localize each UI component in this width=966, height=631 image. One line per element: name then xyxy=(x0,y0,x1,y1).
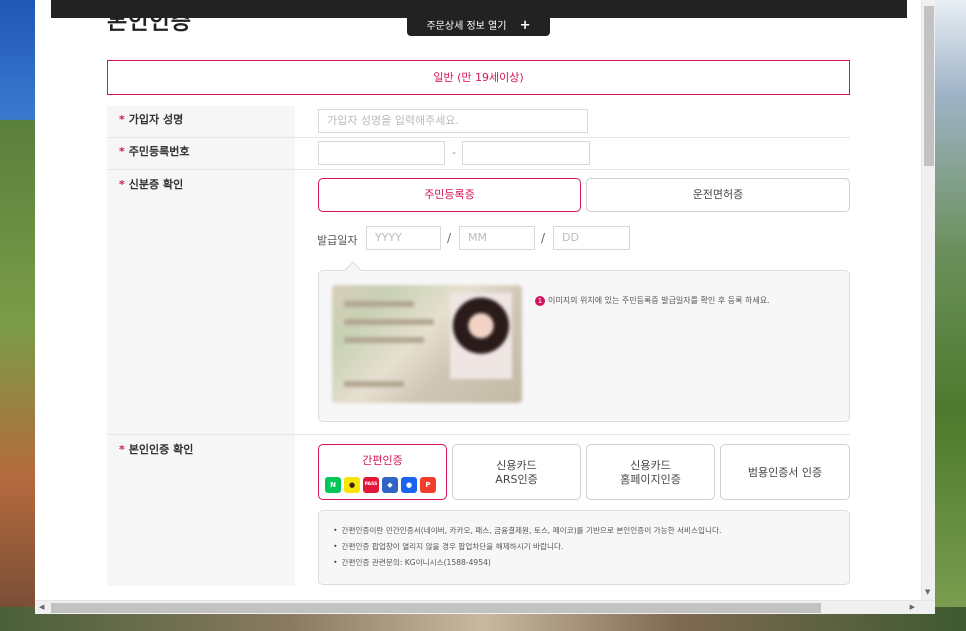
name-input[interactable]: 가입자 성명을 입력해주세요. xyxy=(318,109,588,133)
scroll-right-arrow-icon[interactable]: ▶ xyxy=(910,603,915,611)
issue-day-input[interactable]: DD xyxy=(553,226,630,250)
plus-icon: + xyxy=(519,18,531,33)
auth-option-card-web[interactable]: 신용카드 홈페이지인증 xyxy=(586,444,715,500)
issue-year-input[interactable]: YYYY xyxy=(366,226,441,250)
kakao-icon: ● xyxy=(344,477,360,493)
background-landscape-right xyxy=(934,0,966,631)
order-detail-toggle-label: 주문상세 정보 열기 xyxy=(426,21,507,32)
rrn-label: * 주민등록번호 xyxy=(119,145,190,158)
id-photo xyxy=(450,293,512,379)
age-group-banner: 일반 (만 19세이상) xyxy=(107,60,850,95)
horizontal-scrollbar[interactable]: ◀ ▶ xyxy=(35,600,935,614)
issue-date-label: 발급일자 xyxy=(317,234,358,247)
browser-window: 주문상세 정보 열기 + 본인인증 일반 (만 19세이상) * 가입자 성명 가… xyxy=(35,0,935,614)
vertical-scroll-thumb[interactable] xyxy=(924,6,934,166)
pass-icon: PASS xyxy=(363,477,379,493)
auth-option-card-ars[interactable]: 신용카드 ARS인증 xyxy=(452,444,581,500)
payco-icon: P xyxy=(420,477,436,493)
simple-auth-help-box: 간편인증이란 민간인증서(네이버, 카카오, 패스, 금융결제원, 토스, 페이… xyxy=(318,510,850,585)
auth-option-label: 신용카드 xyxy=(630,459,671,472)
help-line: 간편인증 팝업창이 열리지 않을 경우 팝업차단을 해제하시기 바랍니다. xyxy=(333,539,849,555)
auth-option-simple[interactable]: 간편인증 N ● PASS ◆ ● P xyxy=(318,444,447,500)
name-label: * 가입자 성명 xyxy=(119,113,184,126)
date-separator: / xyxy=(541,231,546,245)
row-divider xyxy=(107,137,850,138)
date-separator: / xyxy=(447,231,452,245)
issue-month-input[interactable]: MM xyxy=(459,226,535,250)
order-detail-toggle-button[interactable]: 주문상세 정보 열기 + xyxy=(407,17,550,36)
id-card-sample-image xyxy=(332,285,522,403)
step-number-badge: 1 xyxy=(535,296,545,306)
card-caret xyxy=(344,261,362,279)
horizontal-scroll-thumb[interactable] xyxy=(51,603,821,613)
naver-icon: N xyxy=(325,477,341,493)
help-line: 간편인증이란 민간인증서(네이버, 카카오, 패스, 금융결제원, 토스, 페이… xyxy=(333,523,849,539)
toss-icon: ● xyxy=(401,477,417,493)
id-option-driver-license[interactable]: 운전면허증 xyxy=(586,178,850,212)
help-line: 간편인증 관련문의: KG이니시스(1588-4954) xyxy=(333,555,849,571)
id-guide-card: 1 이미지의 위치에 있는 주민등록증 발급일자를 확인 후 등록 하세요. xyxy=(318,261,850,422)
auth-option-label: 범용인증서 인증 xyxy=(747,466,823,479)
id-option-resident-card[interactable]: 주민등록증 xyxy=(318,178,581,212)
vertical-scrollbar[interactable]: ▼ xyxy=(921,0,935,600)
auth-check-label: * 본인인증 확인 xyxy=(119,443,194,456)
rrn-dash: - xyxy=(452,146,456,159)
rrn-back-input[interactable] xyxy=(462,141,590,165)
scroll-down-arrow-icon[interactable]: ▼ xyxy=(925,588,930,596)
page-title: 본인인증 xyxy=(107,10,192,35)
auth-option-label: 신용카드 xyxy=(496,459,537,472)
row-divider xyxy=(107,434,850,435)
payment-institution-icon: ◆ xyxy=(382,477,398,493)
id-check-label: * 신분증 확인 xyxy=(119,178,184,191)
id-guide-note: 1 이미지의 위치에 있는 주민등록증 발급일자를 확인 후 등록 하세요. xyxy=(535,295,770,306)
scroll-left-arrow-icon[interactable]: ◀ xyxy=(39,603,44,611)
rrn-front-input[interactable] xyxy=(318,141,445,165)
auth-option-sublabel: ARS인증 xyxy=(495,473,538,486)
simple-auth-app-icons: N ● PASS ◆ ● P xyxy=(325,477,436,493)
auth-option-sublabel: 홈페이지인증 xyxy=(620,473,681,486)
auth-option-certificate[interactable]: 범용인증서 인증 xyxy=(720,444,850,500)
auth-option-label: 간편인증 xyxy=(362,454,403,467)
row-divider xyxy=(107,169,850,170)
